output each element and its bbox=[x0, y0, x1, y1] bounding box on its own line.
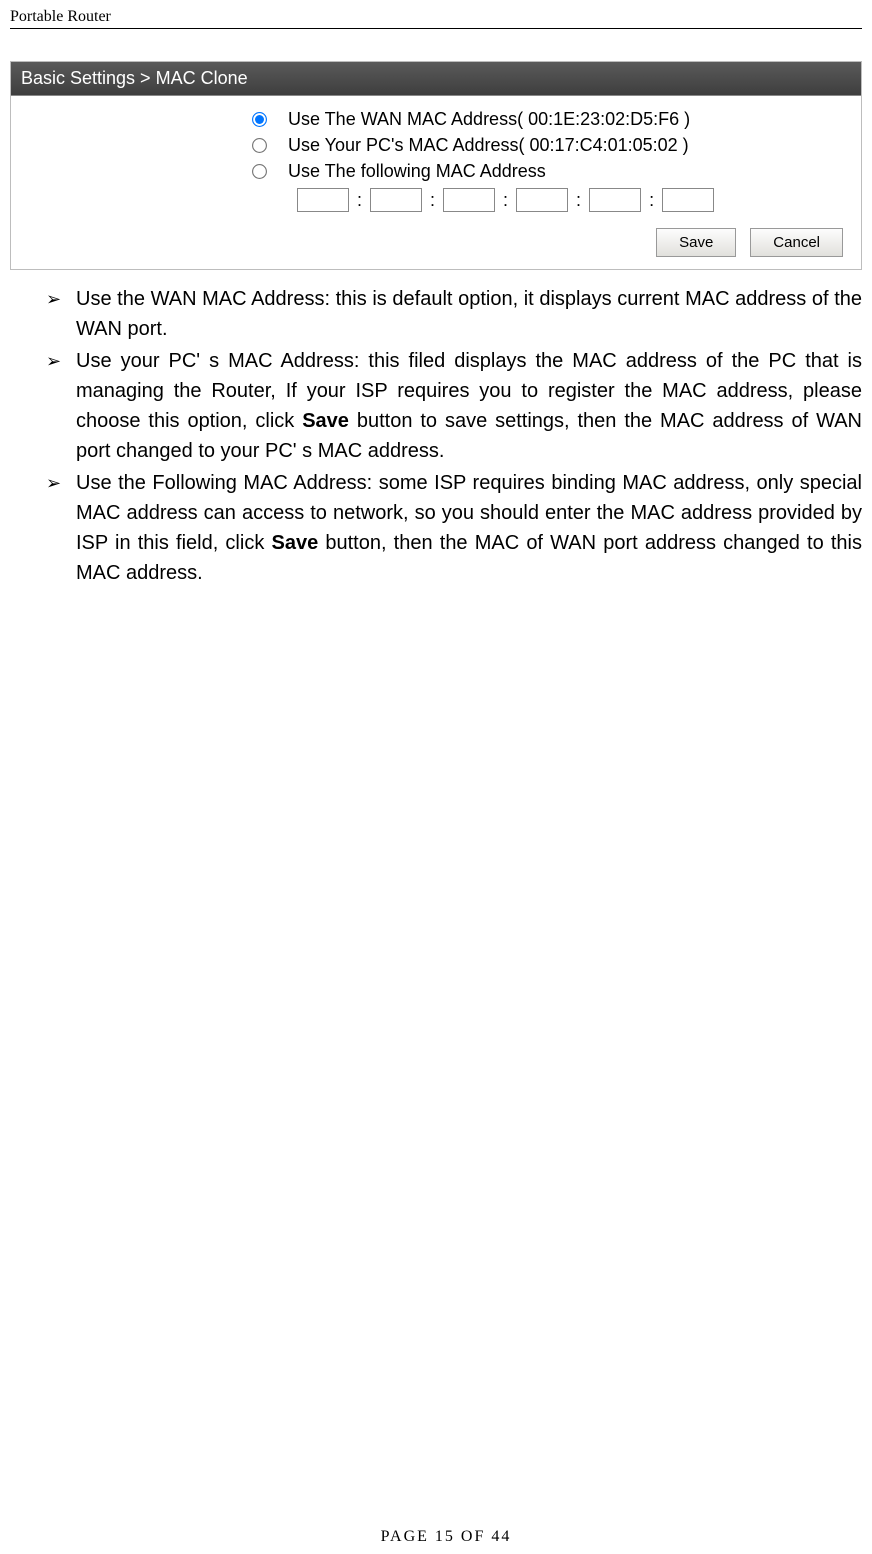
header-rule bbox=[10, 28, 862, 29]
page-header: Portable Router bbox=[10, 0, 862, 33]
radio-pc-mac[interactable] bbox=[252, 138, 267, 153]
bullet-text-2: Use your PC' s MAC Address: this filed d… bbox=[76, 346, 862, 466]
header-title: Portable Router bbox=[10, 8, 862, 26]
mac-sep-icon: : bbox=[355, 190, 364, 211]
mac-field-2[interactable] bbox=[370, 188, 422, 212]
radio-custom-mac[interactable] bbox=[252, 164, 267, 179]
save-button[interactable]: Save bbox=[656, 228, 736, 257]
page-footer: PAGE 15 OF 44 bbox=[10, 1528, 872, 1546]
bullet-text-1: Use the WAN MAC Address: this is default… bbox=[76, 284, 862, 344]
panel-body: Use The WAN MAC Address( 00:1E:23:02:D5:… bbox=[11, 96, 861, 269]
option-pc-mac[interactable]: Use Your PC's MAC Address( 00:17:C4:01:0… bbox=[253, 132, 849, 158]
bullet-icon: ➢ bbox=[46, 468, 76, 588]
option-wan-mac[interactable]: Use The WAN MAC Address( 00:1E:23:02:D5:… bbox=[253, 106, 849, 132]
mac-sep-icon: : bbox=[647, 190, 656, 211]
option-pc-mac-label: Use Your PC's MAC Address( 00:17:C4:01:0… bbox=[288, 132, 689, 158]
mac-field-3[interactable] bbox=[443, 188, 495, 212]
bullet-icon: ➢ bbox=[46, 284, 76, 344]
option-wan-mac-label: Use The WAN MAC Address( 00:1E:23:02:D5:… bbox=[288, 106, 690, 132]
cancel-button[interactable]: Cancel bbox=[750, 228, 843, 257]
button-row: Save Cancel bbox=[23, 228, 849, 257]
list-item: ➢ Use the WAN MAC Address: this is defau… bbox=[46, 284, 862, 344]
option-custom-mac-label: Use The following MAC Address bbox=[288, 158, 546, 184]
mac-input-row: : : : : : bbox=[297, 188, 849, 212]
mac-field-1[interactable] bbox=[297, 188, 349, 212]
list-item: ➢ Use the Following MAC Address: some IS… bbox=[46, 468, 862, 588]
bullet-text-3: Use the Following MAC Address: some ISP … bbox=[76, 468, 862, 588]
mac-sep-icon: : bbox=[428, 190, 437, 211]
mac-clone-panel: Basic Settings > MAC Clone Use The WAN M… bbox=[10, 61, 862, 270]
panel-title: Basic Settings > MAC Clone bbox=[11, 62, 861, 96]
radio-wan-mac[interactable] bbox=[252, 112, 267, 127]
mac-sep-icon: : bbox=[501, 190, 510, 211]
bullet-icon: ➢ bbox=[46, 346, 76, 466]
mac-field-6[interactable] bbox=[662, 188, 714, 212]
option-custom-mac[interactable]: Use The following MAC Address bbox=[253, 158, 849, 184]
mac-field-5[interactable] bbox=[589, 188, 641, 212]
list-item: ➢ Use your PC' s MAC Address: this filed… bbox=[46, 346, 862, 466]
mac-field-4[interactable] bbox=[516, 188, 568, 212]
bullet-list: ➢ Use the WAN MAC Address: this is defau… bbox=[10, 284, 862, 588]
mac-sep-icon: : bbox=[574, 190, 583, 211]
